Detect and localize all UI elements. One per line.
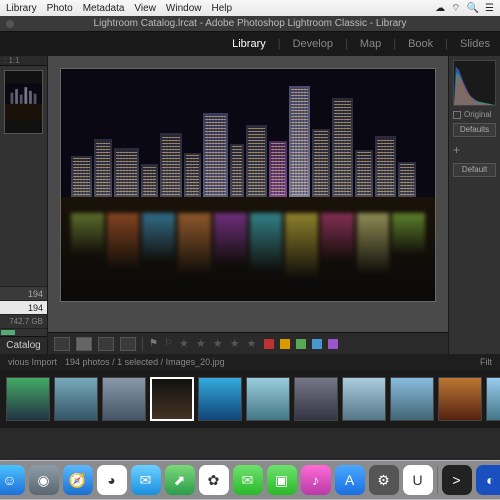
menu-library[interactable]: Library (6, 3, 37, 14)
infobar-status: 194 photos / 1 selected / Images_20.jpg (65, 357, 225, 367)
window-titlebar: Lightroom Catalog.lrcat - Adobe Photosho… (0, 16, 500, 32)
original-checkbox[interactable] (453, 111, 461, 119)
filmstrip[interactable] (0, 370, 500, 428)
color-label-purple[interactable] (328, 339, 338, 349)
filmstrip-thumb[interactable] (342, 377, 386, 421)
dock-app-finder[interactable]: ☺ (0, 465, 25, 495)
module-book[interactable]: Book (404, 38, 437, 50)
module-picker: Library| Develop| Map| Book| Slides (0, 32, 500, 56)
defaults-button[interactable]: Defaults (453, 123, 496, 137)
filmstrip-thumb[interactable] (150, 377, 194, 421)
folder-count-row-active[interactable]: 194 (0, 300, 47, 314)
search-icon[interactable]: 🔍 (467, 3, 479, 14)
main-photo[interactable] (60, 68, 436, 302)
folder-count-row[interactable]: 194 (0, 286, 47, 300)
close-traffic-light[interactable] (6, 20, 14, 28)
filmstrip-thumb[interactable] (102, 377, 146, 421)
module-develop[interactable]: Develop (289, 38, 337, 50)
module-library[interactable]: Library (228, 38, 270, 50)
disk-bar (0, 328, 47, 336)
macos-dock: ☺◉🧭◕✉⬈✿✉▣♪A⚙U>◐ (0, 460, 500, 500)
add-panel-icon[interactable]: + (453, 141, 496, 159)
color-label-blue[interactable] (312, 339, 322, 349)
filmstrip-thumb[interactable] (390, 377, 434, 421)
dock-app-magnet[interactable]: U (403, 465, 433, 495)
flag-icon[interactable]: ⚑ (149, 338, 158, 349)
loupe-view[interactable]: ⚑ ⚐ ★ ★ ★ ★ ★ (48, 56, 448, 354)
module-slideshow[interactable]: Slides (456, 38, 494, 50)
histogram[interactable] (453, 60, 496, 106)
dock-app-appstore[interactable]: A (335, 465, 365, 495)
infobar-collection[interactable]: vious Import (8, 357, 57, 367)
window-title: Lightroom Catalog.lrcat - Adobe Photosho… (94, 18, 407, 29)
dock-app-maps[interactable]: ⬈ (165, 465, 195, 495)
dock-app-preferences[interactable]: ⚙ (369, 465, 399, 495)
loupe-view-button[interactable] (76, 337, 92, 351)
original-label: Original (464, 110, 492, 119)
workspace: : 1:1 194 194 742.7 GB Catalog (0, 56, 500, 354)
color-label-red[interactable] (264, 339, 274, 349)
macos-dock-area: ☺◉🧭◕✉⬈✿✉▣♪A⚙U>◐ (0, 444, 500, 500)
menu-photo[interactable]: Photo (47, 3, 73, 14)
menu-metadata[interactable]: Metadata (83, 3, 125, 14)
dock-app-photos[interactable]: ✿ (199, 465, 229, 495)
color-label-yellow[interactable] (280, 339, 290, 349)
wifi-icon[interactable]: ⌔ (451, 2, 460, 15)
survey-view-button[interactable] (120, 337, 136, 351)
loupe-toolbar: ⚑ ⚐ ★ ★ ★ ★ ★ (48, 332, 448, 354)
compare-view-button[interactable] (98, 337, 114, 351)
module-map[interactable]: Map (356, 38, 385, 50)
dock-app-chrome[interactable]: ◕ (97, 465, 127, 495)
reject-icon[interactable]: ⚐ (164, 338, 173, 349)
dock-divider (437, 466, 438, 494)
menu-help[interactable]: Help (212, 3, 233, 14)
control-center-icon[interactable]: ☰ (485, 3, 494, 14)
dock-app-facetime[interactable]: ▣ (267, 465, 297, 495)
filmstrip-infobar: vious Import 194 photos / 1 selected / I… (0, 354, 500, 370)
filmstrip-thumb[interactable] (486, 377, 500, 421)
menu-view[interactable]: View (134, 3, 156, 14)
filmstrip-thumb[interactable] (438, 377, 482, 421)
filmstrip-thumb[interactable] (6, 377, 50, 421)
dock-app-terminal[interactable]: > (442, 465, 472, 495)
dock-app-itunes[interactable]: ♪ (301, 465, 331, 495)
navigator-thumbnail[interactable] (4, 70, 43, 134)
macos-menubar: Library Photo Metadata View Window Help … (0, 0, 500, 16)
navigator-header[interactable]: : 1:1 (0, 56, 47, 66)
dock-app-safari[interactable]: 🧭 (63, 465, 93, 495)
dock-app-1password[interactable]: ◐ (476, 465, 500, 495)
cloud-icon[interactable]: ☁ (435, 3, 445, 14)
dock-app-messages[interactable]: ✉ (233, 465, 263, 495)
left-panel: : 1:1 194 194 742.7 GB Catalog (0, 56, 48, 354)
filter-label[interactable]: Filt (480, 357, 492, 367)
rating-stars[interactable]: ★ ★ ★ ★ ★ (179, 337, 259, 350)
filmstrip-thumb[interactable] (246, 377, 290, 421)
filmstrip-thumb[interactable] (294, 377, 338, 421)
grid-view-button[interactable] (54, 337, 70, 351)
default-button[interactable]: Default (453, 163, 496, 177)
filmstrip-thumb[interactable] (198, 377, 242, 421)
original-checkbox-row[interactable]: Original (453, 110, 496, 119)
catalog-panel-header[interactable]: Catalog (0, 336, 47, 354)
dock-app-mail[interactable]: ✉ (131, 465, 161, 495)
right-panel: Original Defaults + Default (448, 56, 500, 354)
disk-size: 742.7 GB (0, 314, 47, 328)
menu-window[interactable]: Window (166, 3, 202, 14)
dock-app-launchpad[interactable]: ◉ (29, 465, 59, 495)
filmstrip-thumb[interactable] (54, 377, 98, 421)
color-label-green[interactable] (296, 339, 306, 349)
